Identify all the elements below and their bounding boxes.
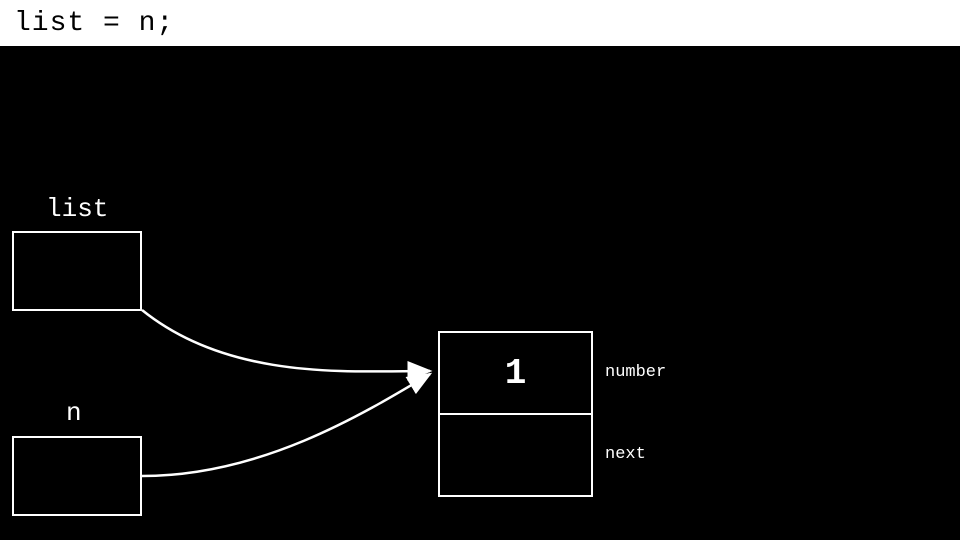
- diagram-canvas: list n 1 number next: [0, 46, 960, 540]
- code-line: list = n;: [14, 8, 174, 39]
- node-number-cell: 1: [440, 333, 591, 413]
- pointer-list-box: [12, 231, 142, 311]
- node-next-cell: [440, 415, 591, 495]
- arrow-list-to-node: [142, 310, 430, 371]
- node-number-field-label: number: [605, 363, 666, 382]
- node-value: 1: [505, 353, 527, 394]
- pointer-n-box: [12, 436, 142, 516]
- pointer-list-label: list: [46, 194, 108, 224]
- node-next-field-label: next: [605, 445, 646, 464]
- pointer-n-label: n: [66, 398, 82, 428]
- code-header: list = n;: [0, 0, 960, 46]
- arrow-n-to-node: [142, 374, 430, 476]
- node-struct: 1 number next: [438, 331, 593, 497]
